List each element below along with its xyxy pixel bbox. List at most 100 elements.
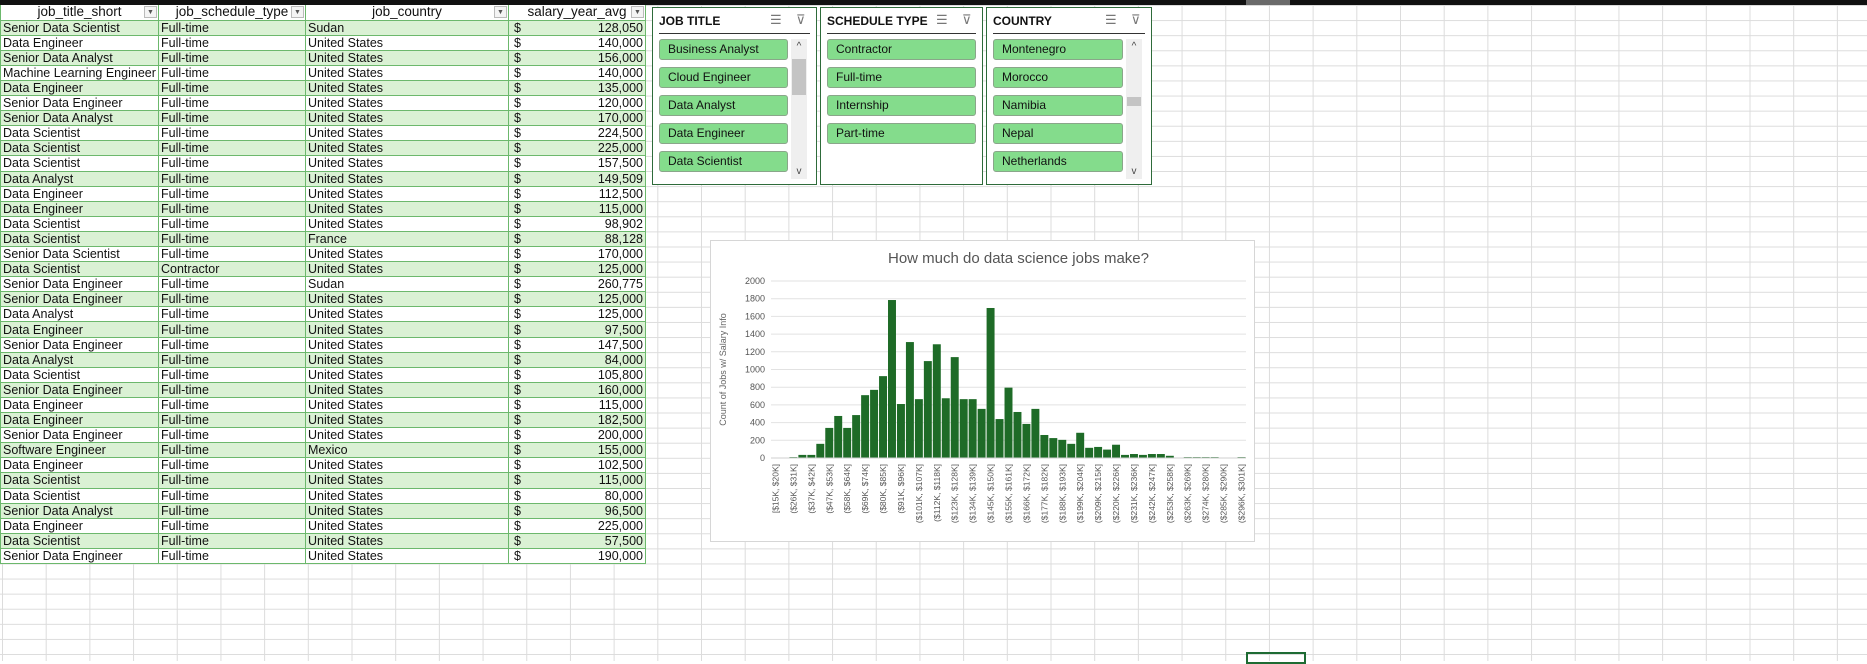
job-title-cell[interactable]: Software Engineer (0, 442, 159, 459)
country-cell[interactable]: United States (305, 472, 509, 489)
salary-cell[interactable]: $120,000 (508, 95, 646, 112)
country-cell[interactable]: United States (305, 412, 509, 429)
clear-filter-icon[interactable]: ⊽ (796, 12, 806, 28)
salary-cell[interactable]: $57,500 (508, 532, 646, 549)
country-cell[interactable]: United States (305, 34, 509, 51)
salary-cell[interactable]: $98,902 (508, 215, 646, 232)
scroll-down-icon[interactable]: v (791, 166, 807, 177)
schedule-cell[interactable]: Full-time (158, 442, 306, 459)
slicer-item[interactable]: Data Engineer (659, 123, 788, 144)
job-title-cell[interactable]: Senior Data Analyst (0, 49, 159, 66)
job-title-cell[interactable]: Senior Data Engineer (0, 276, 159, 293)
schedule-cell[interactable]: Full-time (158, 185, 306, 202)
country-cell[interactable]: United States (305, 366, 509, 383)
job-title-cell[interactable]: Data Engineer (0, 517, 159, 534)
country-cell[interactable]: United States (305, 215, 509, 232)
country-cell[interactable]: United States (305, 110, 509, 127)
schedule-cell[interactable]: Full-time (158, 245, 306, 263)
slicer-item[interactable]: Montenegro (993, 39, 1123, 60)
job-title-cell[interactable]: Data Analyst (0, 351, 159, 368)
schedule-cell[interactable]: Full-time (158, 19, 306, 36)
job-title-cell[interactable]: Senior Data Engineer (0, 547, 159, 564)
job-title-cell[interactable]: Data Engineer (0, 200, 159, 217)
salary-cell[interactable]: $160,000 (508, 381, 646, 398)
country-cell[interactable]: United States (305, 487, 509, 504)
schedule-cell[interactable]: Full-time (158, 457, 306, 474)
scroll-thumb[interactable] (1127, 97, 1141, 106)
job-title-cell[interactable]: Senior Data Engineer (0, 427, 159, 444)
schedule-cell[interactable]: Full-time (158, 472, 306, 489)
slicer-item[interactable]: Internship (827, 95, 976, 116)
country-cell[interactable]: United States (305, 291, 509, 308)
slicer-item[interactable]: Cloud Engineer (659, 67, 788, 88)
salary-histogram-chart[interactable]: How much do data science jobs make? Count… (710, 240, 1255, 542)
salary-cell[interactable]: $190,000 (508, 547, 646, 564)
salary-cell[interactable]: $182,500 (508, 412, 646, 429)
salary-cell[interactable]: $84,000 (508, 351, 646, 368)
job-title-cell[interactable]: Data Scientist (0, 487, 159, 504)
country-cell[interactable]: United States (305, 261, 509, 278)
schedule-cell[interactable]: Full-time (158, 381, 306, 398)
schedule-cell[interactable]: Full-time (158, 276, 306, 293)
slicer-item[interactable]: Morocco (993, 67, 1123, 88)
schedule-cell[interactable]: Full-time (158, 34, 306, 51)
scroll-up-icon[interactable]: ^ (791, 41, 807, 52)
schedule-cell[interactable]: Full-time (158, 517, 306, 534)
job-title-cell[interactable]: Data Scientist (0, 125, 159, 142)
country-cell[interactable]: United States (305, 547, 509, 564)
salary-cell[interactable]: $140,000 (508, 34, 646, 51)
schedule-cell[interactable]: Full-time (158, 502, 306, 519)
salary-cell[interactable]: $225,000 (508, 517, 646, 534)
country-cell[interactable]: France (305, 230, 509, 248)
salary-cell[interactable]: $260,775 (508, 276, 646, 293)
salary-cell[interactable]: $96,500 (508, 502, 646, 519)
schedule-cell[interactable]: Full-time (158, 547, 306, 564)
salary-cell[interactable]: $128,050 (508, 19, 646, 36)
salary-cell[interactable]: $80,000 (508, 487, 646, 504)
salary-cell[interactable]: $170,000 (508, 245, 646, 263)
salary-cell[interactable]: $115,000 (508, 200, 646, 217)
slicer-item[interactable]: Full-time (827, 67, 976, 88)
country-cell[interactable]: United States (305, 427, 509, 444)
schedule-cell[interactable]: Full-time (158, 412, 306, 429)
job-title-cell[interactable]: Data Scientist (0, 155, 159, 172)
salary-cell[interactable]: $155,000 (508, 442, 646, 459)
job-title-cell[interactable]: Data Analyst (0, 306, 159, 323)
salary-cell[interactable]: $147,500 (508, 336, 646, 353)
country-cell[interactable]: United States (305, 306, 509, 323)
country-cell[interactable]: United States (305, 125, 509, 142)
salary-cell[interactable]: $225,000 (508, 140, 646, 157)
schedule-cell[interactable]: Full-time (158, 336, 306, 353)
job-title-cell[interactable]: Senior Data Engineer (0, 336, 159, 353)
schedule-cell[interactable]: Full-time (158, 64, 306, 81)
job-title-cell[interactable]: Data Scientist (0, 140, 159, 157)
clear-filter-icon[interactable]: ⊽ (962, 12, 972, 28)
schedule-cell[interactable]: Full-time (158, 306, 306, 323)
schedule-cell[interactable]: Full-time (158, 366, 306, 383)
country-cell[interactable]: United States (305, 502, 509, 519)
schedule-cell[interactable]: Full-time (158, 49, 306, 66)
schedule-cell[interactable]: Full-time (158, 427, 306, 444)
schedule-cell[interactable]: Full-time (158, 200, 306, 217)
job-title-cell[interactable]: Data Engineer (0, 34, 159, 51)
salary-cell[interactable]: $224,500 (508, 125, 646, 142)
country-cell[interactable]: United States (305, 170, 509, 187)
filter-dropdown-icon[interactable]: ▼ (631, 6, 644, 18)
country-cell[interactable]: United States (305, 396, 509, 414)
country-cell[interactable]: United States (305, 185, 509, 202)
country-cell[interactable]: United States (305, 381, 509, 398)
job-title-cell[interactable]: Senior Data Scientist (0, 245, 159, 263)
job-title-cell[interactable]: Machine Learning Engineer (0, 64, 159, 81)
job-title-cell[interactable]: Data Engineer (0, 396, 159, 414)
salary-cell[interactable]: $97,500 (508, 321, 646, 338)
job-title-cell[interactable]: Senior Data Analyst (0, 110, 159, 127)
active-cell[interactable] (1246, 652, 1306, 664)
schedule-cell[interactable]: Full-time (158, 140, 306, 157)
country-cell[interactable]: United States (305, 321, 509, 338)
schedule-cell[interactable]: Contractor (158, 261, 306, 278)
salary-cell[interactable]: $115,000 (508, 396, 646, 414)
country-cell[interactable]: United States (305, 457, 509, 474)
country-cell[interactable]: United States (305, 351, 509, 368)
salary-cell[interactable]: $88,128 (508, 230, 646, 248)
schedule-cell[interactable]: Full-time (158, 487, 306, 504)
